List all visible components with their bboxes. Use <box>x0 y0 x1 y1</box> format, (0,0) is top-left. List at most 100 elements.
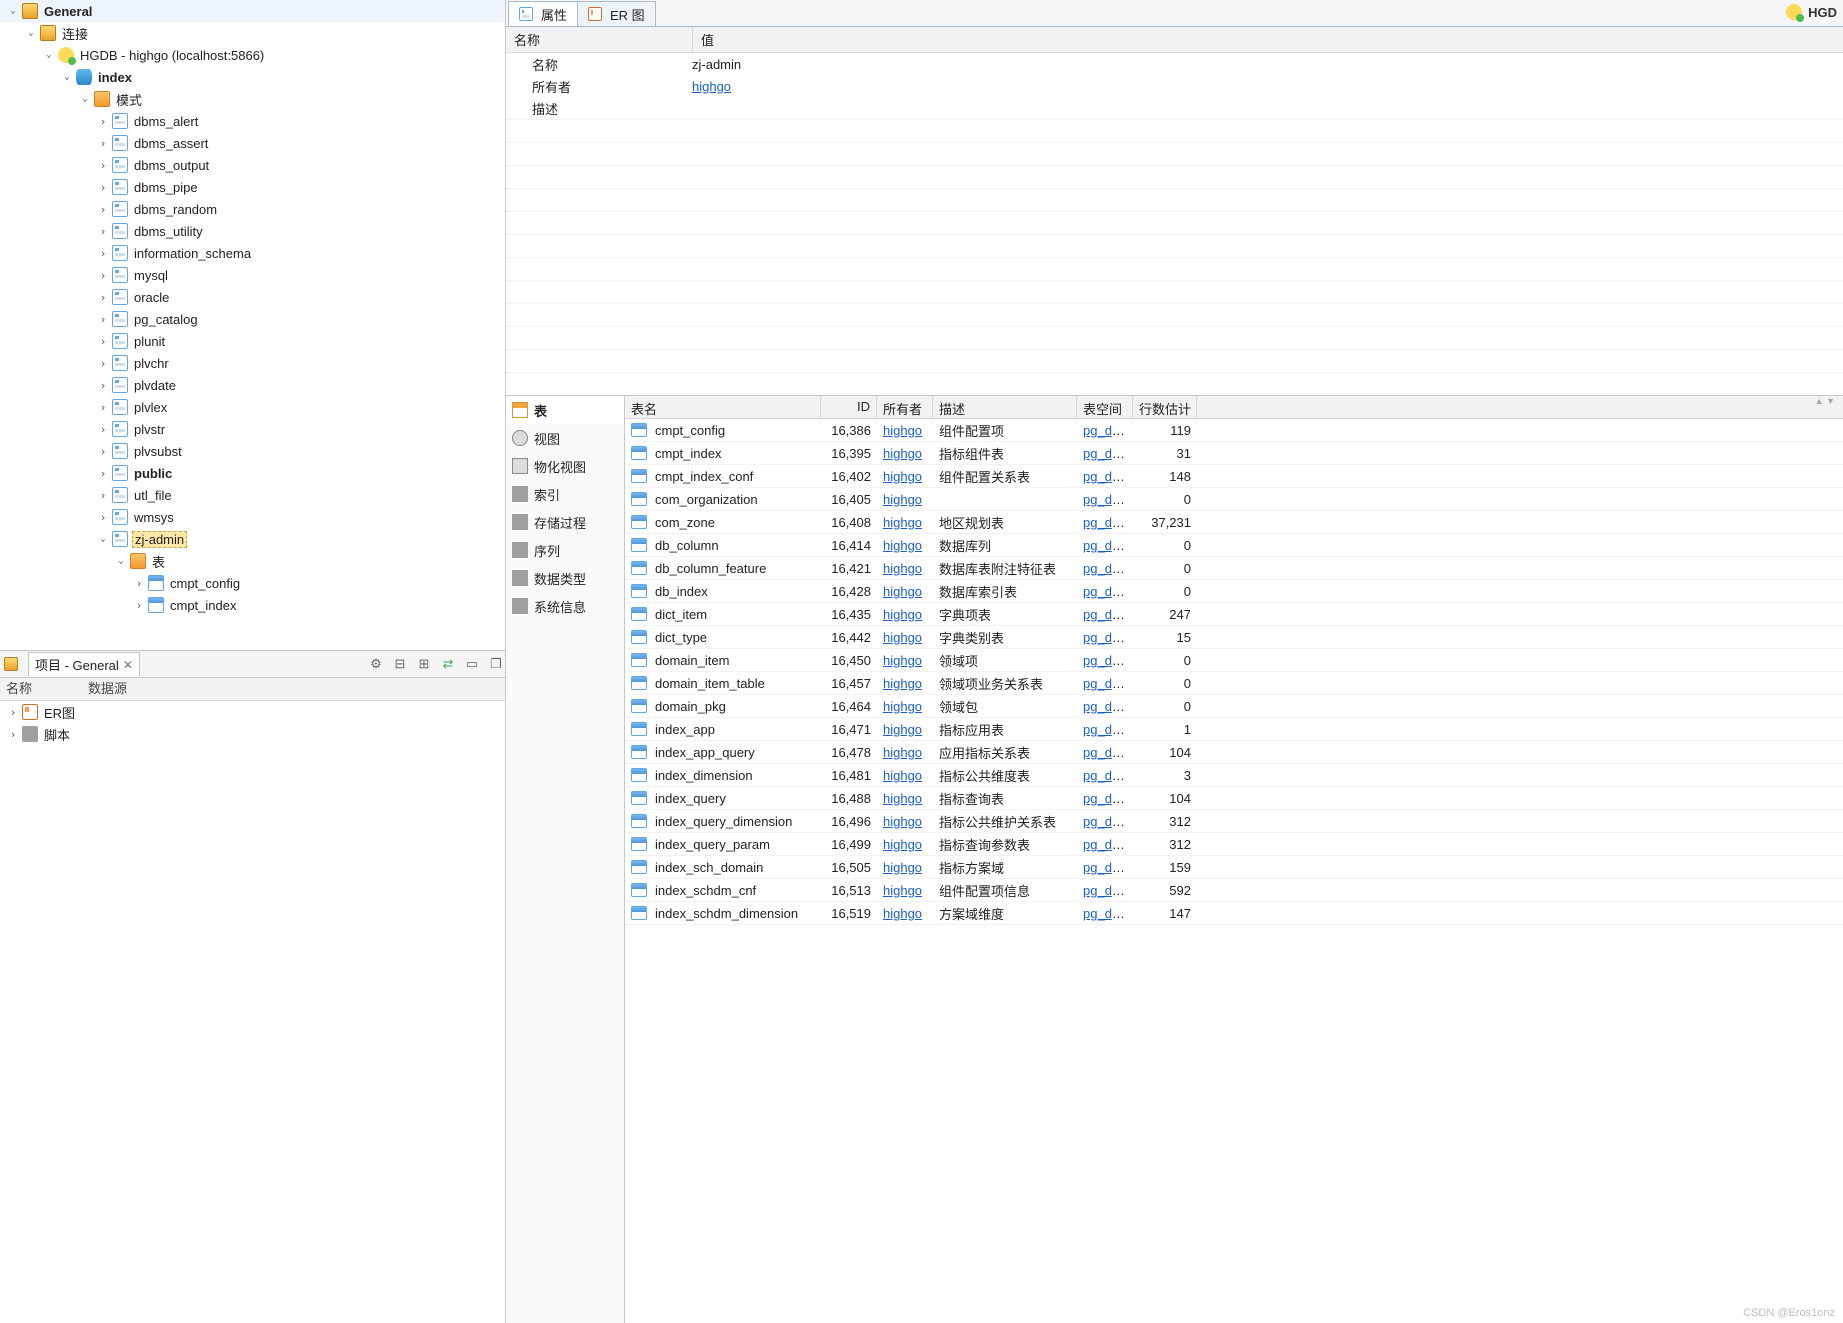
restore-icon[interactable]: ❐ <box>487 655 505 673</box>
project-item[interactable]: ER图 <box>0 701 505 723</box>
table-ts-link[interactable]: pg_defa <box>1083 538 1130 553</box>
tree-node[interactable]: dbms_assert <box>0 132 505 154</box>
side-item-mview[interactable]: 物化视图 <box>506 452 624 480</box>
table-owner-link[interactable]: highgo <box>883 791 922 806</box>
chevron-right-icon[interactable] <box>96 268 110 282</box>
tree-node[interactable]: dbms_alert <box>0 110 505 132</box>
chevron-down-icon[interactable] <box>6 4 20 18</box>
object-type-list[interactable]: 表视图物化视图索引存储过程序列数据类型系统信息 <box>506 396 625 1323</box>
tab-er[interactable]: ER 图 <box>577 1 656 26</box>
chevron-right-icon[interactable] <box>96 180 110 194</box>
table-owner-link[interactable]: highgo <box>883 446 922 461</box>
owner-link[interactable]: highgo <box>692 79 731 94</box>
tree-node[interactable]: 表 <box>0 550 505 572</box>
table-row[interactable]: index_query_dimension 16,496 highgo 指标公共… <box>625 810 1843 833</box>
table-owner-link[interactable]: highgo <box>883 745 922 760</box>
table-ts-link[interactable]: pg_defa <box>1083 492 1130 507</box>
chevron-right-icon[interactable] <box>96 444 110 458</box>
property-row[interactable]: 所有者highgo <box>506 75 1843 97</box>
table-ts-link[interactable]: pg_defa <box>1083 653 1130 668</box>
table-owner-link[interactable]: highgo <box>883 814 922 829</box>
table-owner-link[interactable]: highgo <box>883 630 922 645</box>
table-ts-link[interactable]: pg_defa <box>1083 768 1130 783</box>
tree-node[interactable]: mysql <box>0 264 505 286</box>
chevron-right-icon[interactable] <box>6 705 20 719</box>
table-ts-link[interactable]: pg_defa <box>1083 791 1130 806</box>
chevron-right-icon[interactable] <box>6 727 20 741</box>
chevron-right-icon[interactable] <box>96 466 110 480</box>
table-owner-link[interactable]: highgo <box>883 469 922 484</box>
table-row[interactable]: index_query 16,488 highgo 指标查询表 pg_defa … <box>625 787 1843 810</box>
side-item-seq[interactable]: 序列 <box>506 536 624 564</box>
table-ts-link[interactable]: pg_defa <box>1083 515 1130 530</box>
table-ts-link[interactable]: pg_defa <box>1083 860 1130 875</box>
chevron-right-icon[interactable] <box>96 334 110 348</box>
table-ts-link[interactable]: pg_defa <box>1083 584 1130 599</box>
table-ts-link[interactable]: pg_defa <box>1083 561 1130 576</box>
table-row[interactable]: index_app_query 16,478 highgo 应用指标关系表 pg… <box>625 741 1843 764</box>
table-owner-link[interactable]: highgo <box>883 538 922 553</box>
chevron-down-icon[interactable] <box>24 26 38 40</box>
table-row[interactable]: cmpt_index 16,395 highgo 指标组件表 pg_defa 3… <box>625 442 1843 465</box>
tree-node[interactable]: wmsys <box>0 506 505 528</box>
tree-node[interactable]: 模式 <box>0 88 505 110</box>
table-row[interactable]: com_zone 16,408 highgo 地区规划表 pg_defa 37,… <box>625 511 1843 534</box>
tree-node[interactable]: 连接 <box>0 22 505 44</box>
table-row[interactable]: db_column_feature 16,421 highgo 数据库表附注特征… <box>625 557 1843 580</box>
chevron-right-icon[interactable] <box>96 290 110 304</box>
table-owner-link[interactable]: highgo <box>883 492 922 507</box>
chevron-right-icon[interactable] <box>96 158 110 172</box>
chevron-right-icon[interactable] <box>96 422 110 436</box>
table-ts-link[interactable]: pg_defa <box>1083 630 1130 645</box>
side-item-sys[interactable]: 系统信息 <box>506 592 624 620</box>
col-rowcount[interactable]: 行数估计 <box>1133 396 1197 418</box>
table-row[interactable]: db_column 16,414 highgo 数据库列 pg_defa 0 <box>625 534 1843 557</box>
property-row[interactable]: 描述 <box>506 97 1843 119</box>
tree-node[interactable]: cmpt_index <box>0 594 505 616</box>
table-owner-link[interactable]: highgo <box>883 837 922 852</box>
table-row[interactable]: db_index 16,428 highgo 数据库索引表 pg_defa 0 <box>625 580 1843 603</box>
chevron-right-icon[interactable] <box>132 576 146 590</box>
table-row[interactable]: cmpt_config 16,386 highgo 组件配置项 pg_defa … <box>625 419 1843 442</box>
table-owner-link[interactable]: highgo <box>883 768 922 783</box>
tree-node[interactable]: plvsubst <box>0 440 505 462</box>
tree-node[interactable]: dbms_random <box>0 198 505 220</box>
table-row[interactable]: domain_pkg 16,464 highgo 领域包 pg_defa 0 <box>625 695 1843 718</box>
tree-node[interactable]: pg_catalog <box>0 308 505 330</box>
tree-node[interactable]: General <box>0 0 505 22</box>
side-item-view[interactable]: 视图 <box>506 424 624 452</box>
project-tab[interactable]: 项目 - General ✕ <box>28 652 140 676</box>
table-row[interactable]: index_app 16,471 highgo 指标应用表 pg_defa 1 <box>625 718 1843 741</box>
table-row[interactable]: index_schdm_cnf 16,513 highgo 组件配置项信息 pg… <box>625 879 1843 902</box>
tree-node[interactable]: cmpt_config <box>0 572 505 594</box>
table-owner-link[interactable]: highgo <box>883 653 922 668</box>
table-owner-link[interactable]: highgo <box>883 699 922 714</box>
side-item-type[interactable]: 数据类型 <box>506 564 624 592</box>
chevron-right-icon[interactable] <box>96 224 110 238</box>
table-ts-link[interactable]: pg_defa <box>1083 469 1130 484</box>
table-owner-link[interactable]: highgo <box>883 607 922 622</box>
chevron-down-icon[interactable] <box>42 48 56 62</box>
chevron-right-icon[interactable] <box>96 246 110 260</box>
table-owner-link[interactable]: highgo <box>883 722 922 737</box>
table-ts-link[interactable]: pg_defa <box>1083 745 1130 760</box>
table-ts-link[interactable]: pg_defa <box>1083 814 1130 829</box>
table-ts-link[interactable]: pg_defa <box>1083 837 1130 852</box>
tree-node[interactable]: plvlex <box>0 396 505 418</box>
tree-node[interactable]: plvstr <box>0 418 505 440</box>
tab-properties[interactable]: 属性 <box>508 1 578 26</box>
chevron-right-icon[interactable] <box>96 510 110 524</box>
table-ts-link[interactable]: pg_defa <box>1083 607 1130 622</box>
tree-node[interactable]: plvdate <box>0 374 505 396</box>
sort-icon[interactable]: ▲ ▼ <box>1815 396 1843 418</box>
tree-node[interactable]: zj-admin <box>0 528 505 550</box>
table-ts-link[interactable]: pg_defa <box>1083 423 1130 438</box>
tree-node[interactable]: plvchr <box>0 352 505 374</box>
table-owner-link[interactable]: highgo <box>883 561 922 576</box>
chevron-right-icon[interactable] <box>96 136 110 150</box>
table-ts-link[interactable]: pg_defa <box>1083 906 1130 921</box>
table-row[interactable]: domain_item 16,450 highgo 领域项 pg_defa 0 <box>625 649 1843 672</box>
col-tablespace[interactable]: 表空间 <box>1077 396 1133 418</box>
table-owner-link[interactable]: highgo <box>883 860 922 875</box>
chevron-down-icon[interactable] <box>78 92 92 106</box>
